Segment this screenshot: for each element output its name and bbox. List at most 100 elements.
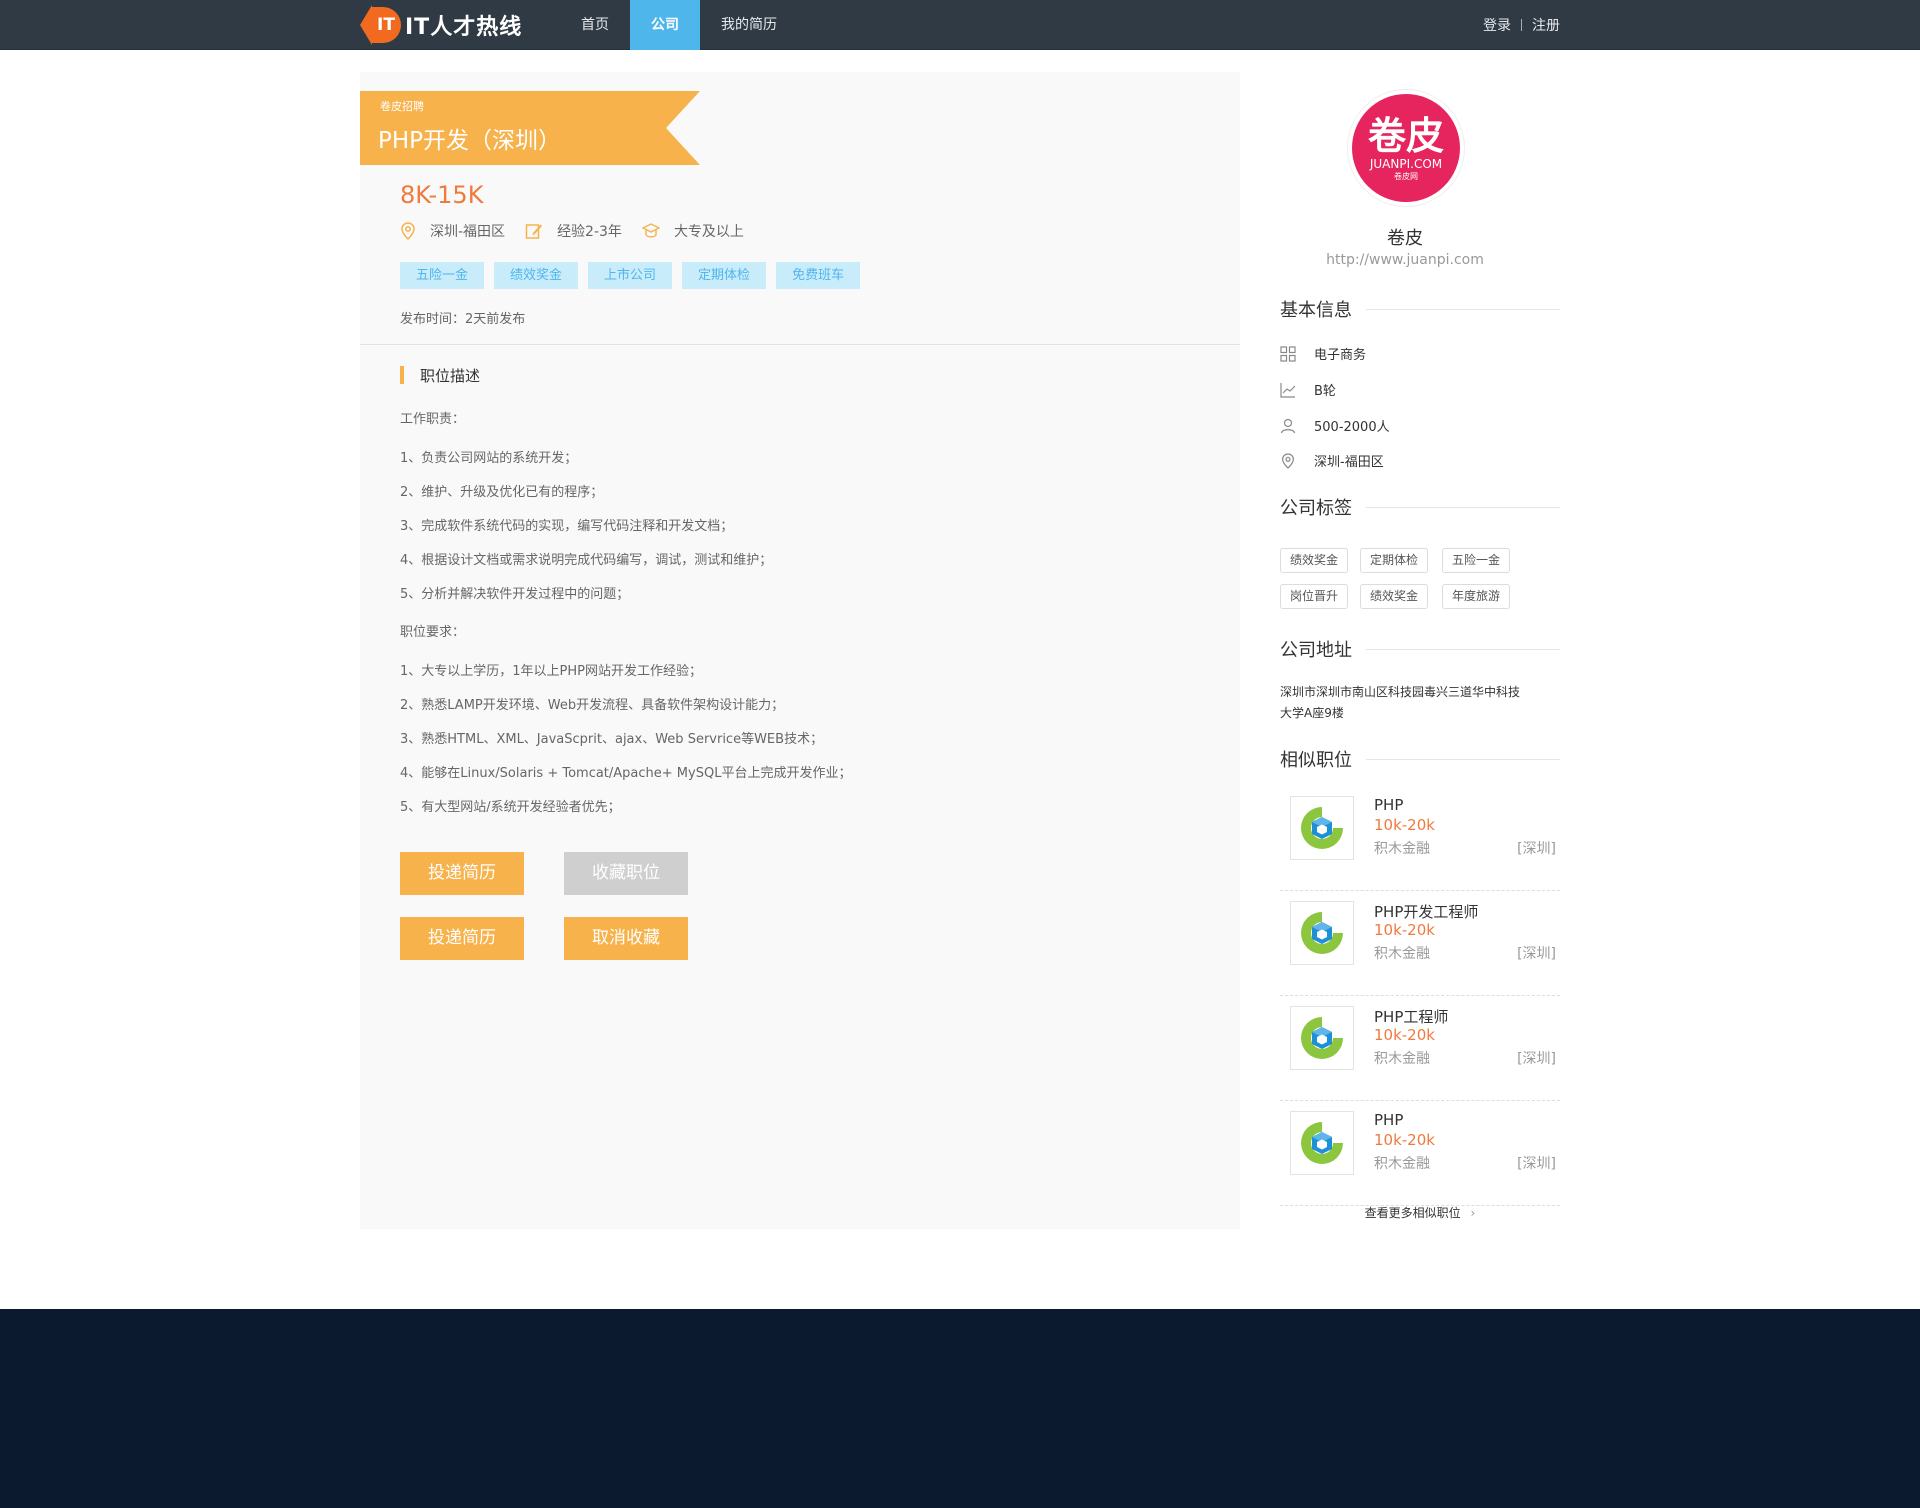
cube-logo-icon bbox=[1301, 1017, 1343, 1059]
company-address-title: 公司地址 bbox=[1280, 640, 1352, 661]
requirement-item: 3、熟悉HTML、XML、JavaScprit、ajax、Web Servric… bbox=[400, 732, 824, 747]
company-website[interactable]: http://www.juanpi.com bbox=[1280, 252, 1530, 268]
unfavorite-job-button[interactable]: 取消收藏 bbox=[564, 917, 688, 960]
similar-job-city: [深圳] bbox=[1517, 1156, 1556, 1172]
location-pin-icon bbox=[401, 222, 415, 240]
page-footer bbox=[0, 1309, 1920, 1508]
similar-job-item[interactable]: PHP开发工程师 10k-20k 积木金融 [深圳] bbox=[1280, 891, 1560, 996]
nav-company[interactable]: 公司 bbox=[630, 0, 700, 50]
job-detail-card: 卷皮招聘 PHP开发（深圳） 8K-15K 深圳-福田区 经验2-3年 大专及以… bbox=[360, 72, 1240, 1229]
similar-job-title: PHP bbox=[1374, 1111, 1404, 1129]
requirement-item: 1、大专以上学历，1年以上PHP网站开发工作经验； bbox=[400, 664, 702, 679]
similar-job-company: 积木金融 bbox=[1374, 946, 1430, 962]
company-name[interactable]: 卷皮 bbox=[1280, 224, 1530, 250]
similar-job-item[interactable]: PHP 10k-20k 积木金融 [深圳] bbox=[1280, 786, 1560, 891]
chevron-right-icon: › bbox=[1470, 1206, 1476, 1220]
company-industry-text: 电子商务 bbox=[1314, 348, 1367, 363]
address-line: 大学A座9楼 bbox=[1280, 706, 1344, 720]
similar-job-title: PHP工程师 bbox=[1374, 1008, 1449, 1026]
similar-job-item[interactable]: PHP 10k-20k 积木金融 [深圳] bbox=[1280, 1101, 1560, 1206]
trend-chart-icon bbox=[1280, 382, 1296, 398]
requirement-item: 4、能够在Linux/Solaris + Tomcat/Apache+ MySQ… bbox=[400, 766, 852, 781]
nav-home[interactable]: 首页 bbox=[560, 0, 630, 50]
benefit-tag: 绩效奖金 bbox=[494, 262, 579, 289]
apply-resume-button[interactable]: 投递简历 bbox=[400, 852, 524, 895]
company-logo[interactable]: 卷皮 JUANPI.COM 卷皮网 bbox=[1348, 90, 1464, 206]
job-salary: 8K-15K bbox=[400, 181, 484, 209]
job-description-title: 职位描述 bbox=[420, 366, 481, 385]
similar-job-item[interactable]: PHP工程师 10k-20k 积木金融 [深圳] bbox=[1280, 996, 1560, 1101]
job-title-ribbon: 卷皮招聘 PHP开发（深圳） bbox=[360, 91, 700, 165]
basic-info-title: 基本信息 bbox=[1280, 300, 1352, 321]
heading-line bbox=[1366, 506, 1560, 508]
job-description-heading: 职位描述 bbox=[400, 365, 480, 385]
company-tag: 五险一金 bbox=[1442, 548, 1511, 573]
similar-job-company: 积木金融 bbox=[1374, 1156, 1430, 1172]
job-benefit-tags: 五险一金 绩效奖金 上市公司 定期体检 免费班车 bbox=[400, 262, 870, 289]
requirement-item: 2、熟悉LAMP开发环境、Web开发流程、具备软件架构设计能力； bbox=[400, 698, 785, 713]
company-tag: 绩效奖金 bbox=[1360, 584, 1429, 609]
company-logo-text: 卷皮 bbox=[1367, 113, 1444, 158]
benefit-tag: 定期体检 bbox=[682, 262, 767, 289]
duty-item: 4、根据设计文档或需求说明完成代码编写，调试，测试和维护； bbox=[400, 553, 773, 568]
company-stage-text: B轮 bbox=[1314, 384, 1336, 399]
job-title: PHP开发（深圳） bbox=[378, 128, 562, 154]
company-logo-circle: 卷皮 JUANPI.COM 卷皮网 bbox=[1352, 94, 1460, 202]
similar-job-city: [深圳] bbox=[1517, 946, 1556, 962]
logo-badge: IT bbox=[371, 7, 401, 43]
company-location: 深圳-福田区 bbox=[1280, 451, 1384, 470]
cube-logo-icon bbox=[1301, 912, 1343, 954]
nav-my-resume[interactable]: 我的简历 bbox=[700, 0, 798, 50]
favorite-job-button[interactable]: 收藏职位 bbox=[564, 852, 688, 895]
address-line: 深圳市深圳市南山区科技园毒兴三道华中科技 bbox=[1280, 685, 1521, 699]
duties-heading: 工作职责： bbox=[400, 412, 466, 427]
similar-job-company: 积木金融 bbox=[1374, 1051, 1430, 1067]
duty-item: 5、分析并解决软件开发过程中的问题； bbox=[400, 587, 630, 602]
similar-company-logo bbox=[1290, 1006, 1354, 1070]
similar-job-city: [深圳] bbox=[1517, 841, 1556, 857]
cube-logo-icon bbox=[1301, 1122, 1343, 1164]
graduation-cap-icon bbox=[641, 223, 660, 238]
top-navbar: IT IT人才热线 首页 公司 我的简历 登录 注册 bbox=[0, 0, 1920, 50]
company-tags-title: 公司标签 bbox=[1280, 498, 1352, 519]
similar-company-logo bbox=[1290, 1111, 1354, 1175]
job-meta: 深圳-福田区 经验2-3年 大专及以上 bbox=[400, 221, 764, 241]
grid-icon bbox=[1280, 345, 1296, 362]
main-nav: 首页 公司 我的简历 bbox=[560, 0, 798, 50]
heading-accent-bar bbox=[400, 366, 404, 384]
requirements-heading: 职位要求： bbox=[400, 625, 466, 640]
company-tag: 定期体检 bbox=[1360, 548, 1429, 573]
similar-job-salary: 10k-20k bbox=[1374, 921, 1435, 939]
auth-divider bbox=[1521, 19, 1522, 31]
job-experience-text: 经验2-3年 bbox=[557, 224, 622, 240]
similar-job-title: PHP开发工程师 bbox=[1374, 903, 1479, 921]
register-link[interactable]: 注册 bbox=[1532, 15, 1560, 35]
company-size-text: 500-2000人 bbox=[1314, 420, 1390, 435]
company-location-text: 深圳-福田区 bbox=[1314, 455, 1384, 470]
company-tag: 绩效奖金 bbox=[1280, 548, 1349, 573]
more-similar-jobs-text: 查看更多相似职位 bbox=[1364, 1206, 1461, 1220]
apply-resume-button-2[interactable]: 投递简历 bbox=[400, 917, 524, 960]
publish-time: 发布时间：2天前发布 bbox=[400, 312, 526, 327]
similar-company-logo bbox=[1290, 796, 1354, 860]
company-logo-domain: JUANPI.COM bbox=[1369, 156, 1443, 171]
job-experience: 经验2-3年 bbox=[525, 221, 622, 241]
company-address: 深圳市深圳市南山区科技园毒兴三道华中科技 大学A座9楼 bbox=[1280, 682, 1540, 724]
location-pin-icon bbox=[1281, 452, 1295, 469]
job-education: 大专及以上 bbox=[641, 221, 744, 241]
duty-item: 1、负责公司网站的系统开发； bbox=[400, 451, 578, 466]
more-similar-jobs-link[interactable]: 查看更多相似职位 › bbox=[1280, 1204, 1560, 1221]
site-logo[interactable]: IT IT人才热线 bbox=[360, 5, 522, 45]
similar-job-salary: 10k-20k bbox=[1374, 816, 1435, 834]
benefit-tag: 五险一金 bbox=[400, 262, 485, 289]
company-tag: 岗位晋升 bbox=[1280, 584, 1349, 609]
heading-line bbox=[1366, 308, 1560, 310]
benefit-tag: 免费班车 bbox=[776, 262, 861, 289]
similar-jobs-title: 相似职位 bbox=[1280, 750, 1352, 771]
similar-job-title: PHP bbox=[1374, 796, 1404, 814]
section-divider bbox=[360, 344, 1240, 345]
similar-jobs-heading: 相似职位 bbox=[1280, 747, 1560, 771]
login-link[interactable]: 登录 bbox=[1483, 15, 1511, 35]
basic-info-heading: 基本信息 bbox=[1280, 297, 1560, 321]
person-icon bbox=[1280, 418, 1296, 433]
